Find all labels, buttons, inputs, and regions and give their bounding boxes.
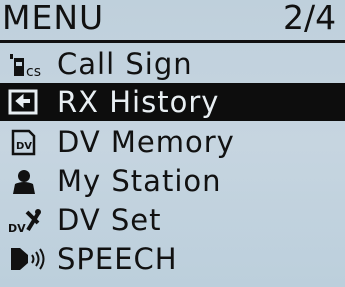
- menu-item-rx-history[interactable]: RX History: [0, 83, 345, 121]
- page-indicator: 2/4: [283, 0, 337, 37]
- dv-memory-icon: DV: [8, 128, 50, 156]
- header-divider: [0, 40, 345, 43]
- rx-history-icon: [8, 88, 50, 116]
- menu-item-my-station[interactable]: My Station: [0, 162, 345, 200]
- dv-memory-icon-text: DV: [16, 141, 32, 152]
- menu-item-call-sign[interactable]: cs Call Sign: [0, 45, 345, 83]
- radio-lcd-screen: MENU 2/4 cs Call Sign RX History DV DV M…: [0, 0, 345, 287]
- menu-item-label: My Station: [57, 164, 222, 198]
- menu-item-label: RX History: [57, 85, 220, 119]
- menu-header: MENU 2/4: [0, 0, 345, 43]
- menu-item-label: DV Memory: [57, 125, 235, 159]
- menu-item-dv-set[interactable]: DV DV Set: [0, 201, 345, 239]
- call-sign-icon-text: cs: [26, 64, 41, 78]
- call-sign-icon: cs: [8, 50, 50, 78]
- menu-item-speech[interactable]: SPEECH: [0, 240, 345, 278]
- menu-item-dv-memory[interactable]: DV DV Memory: [0, 123, 345, 161]
- speech-icon: [8, 245, 50, 273]
- menu-item-label: SPEECH: [57, 242, 178, 276]
- menu-item-label: DV Set: [57, 203, 162, 237]
- menu-title: MENU: [2, 0, 105, 37]
- menu-item-label: Call Sign: [57, 47, 193, 81]
- my-station-icon: [8, 167, 50, 195]
- dv-set-icon-text: DV: [8, 222, 26, 234]
- dv-set-icon: DV: [8, 206, 50, 234]
